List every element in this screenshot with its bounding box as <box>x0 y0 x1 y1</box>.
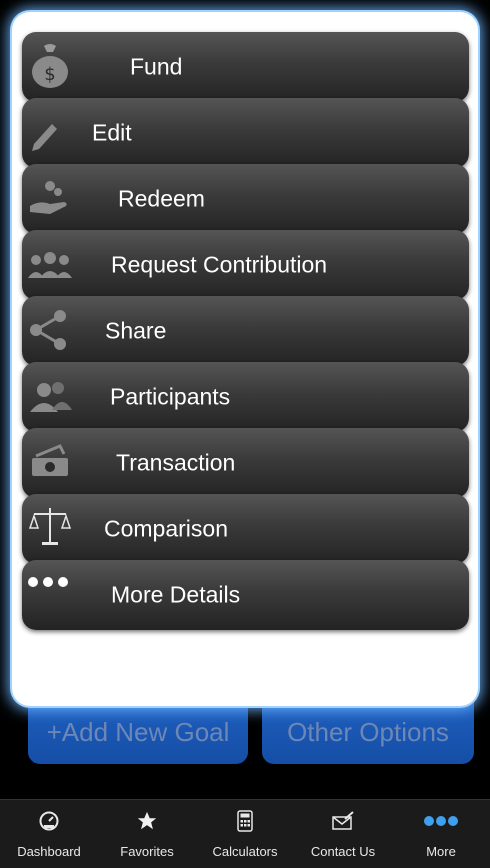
participants-icon <box>26 370 74 420</box>
people-group-icon <box>26 238 74 288</box>
ellipsis-icon <box>26 568 74 618</box>
other-options-button[interactable]: Other Options <box>262 700 474 764</box>
tab-favorites[interactable]: Favorites <box>98 800 196 868</box>
tab-label: Favorites <box>120 844 174 859</box>
menu-item-label: Fund <box>130 53 183 80</box>
tab-contact-us[interactable]: Contact Us <box>294 800 392 868</box>
envelope-icon <box>331 806 355 836</box>
menu-item-label: Comparison <box>104 515 228 542</box>
menu-item-comparison[interactable]: Comparison <box>22 494 469 564</box>
cash-icon <box>26 436 74 486</box>
calculator-icon <box>237 806 253 836</box>
tab-label: Dashboard <box>17 844 81 859</box>
more-dots-icon <box>423 806 459 836</box>
action-menu-dialog: $ Fund Edit Redeem Request Contribution <box>12 12 478 706</box>
svg-text:$: $ <box>44 64 55 85</box>
money-bag-icon: $ <box>26 40 74 90</box>
tab-bar: Dashboard Favorites Calculators Contact … <box>0 799 490 868</box>
tab-label: More <box>426 844 456 859</box>
tab-more[interactable]: More <box>392 800 490 868</box>
menu-item-label: Request Contribution <box>111 251 328 278</box>
menu-item-label: More Details <box>111 581 241 608</box>
hand-coins-icon <box>26 172 74 222</box>
menu-item-transaction[interactable]: Transaction <box>22 428 469 498</box>
share-icon <box>26 304 74 354</box>
menu-item-participants[interactable]: Participants <box>22 362 469 432</box>
menu-item-label: Transaction <box>116 449 236 476</box>
menu-item-label: Participants <box>110 383 231 410</box>
menu-item-fund[interactable]: $ Fund <box>22 32 469 102</box>
tab-dashboard[interactable]: Dashboard <box>0 800 98 868</box>
gauge-icon <box>38 806 60 836</box>
menu-item-redeem[interactable]: Redeem <box>22 164 469 234</box>
tab-label: Contact Us <box>310 844 376 859</box>
scales-icon <box>26 502 74 552</box>
pencil-icon <box>26 106 74 156</box>
menu-item-request-contribution[interactable]: Request Contribution <box>22 230 469 300</box>
menu-item-label: Redeem <box>118 185 205 212</box>
menu-item-label: Share <box>105 317 167 344</box>
menu-item-label: Edit <box>92 119 132 146</box>
menu-item-more-details[interactable]: More Details <box>22 560 469 630</box>
star-icon <box>136 806 158 836</box>
tab-label: Calculators <box>212 844 278 859</box>
menu-item-edit[interactable]: Edit <box>22 98 469 168</box>
menu-item-share[interactable]: Share <box>22 296 469 366</box>
add-new-goal-button[interactable]: +Add New Goal <box>28 700 248 764</box>
tab-calculators[interactable]: Calculators <box>196 800 294 868</box>
